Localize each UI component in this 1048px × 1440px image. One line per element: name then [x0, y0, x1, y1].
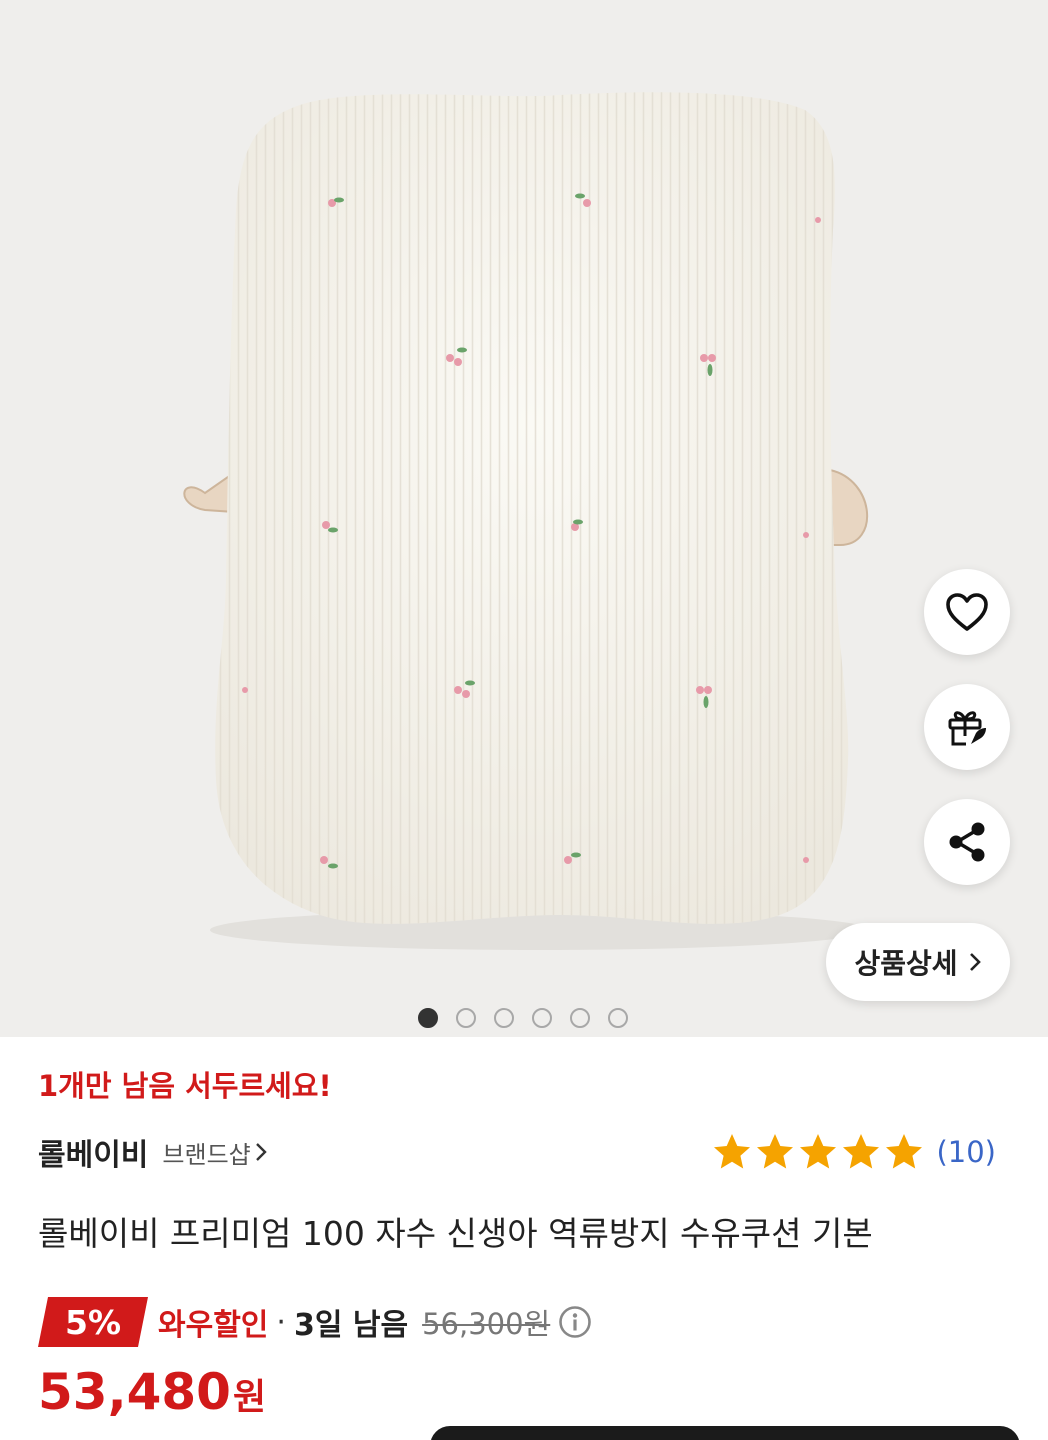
pagination-dot-6[interactable]	[608, 1008, 628, 1028]
chevron-right-icon	[255, 1143, 267, 1161]
wow-discount-label: 와우할인	[158, 1308, 269, 1343]
brand-name[interactable]: 롤베이비	[38, 1130, 148, 1174]
star-icon	[800, 1134, 837, 1169]
discount-badge: 5%	[38, 1297, 148, 1347]
product-detail-button[interactable]: 상품상세	[826, 923, 1010, 1001]
brand-row: 롤베이비 브랜드샵 (10)	[38, 1130, 996, 1174]
pagination-dot-1[interactable]	[418, 1008, 438, 1028]
discount-percent: 5%	[64, 1302, 122, 1342]
heart-icon	[946, 593, 988, 631]
info-icon	[559, 1306, 592, 1338]
review-count[interactable]: (10)	[936, 1135, 996, 1169]
stock-notice: 1개만 남음 서두르세요!	[38, 1069, 332, 1103]
star-icon	[886, 1134, 923, 1169]
pagination-dot-4[interactable]	[532, 1008, 552, 1028]
product-image	[183, 92, 870, 950]
discount-row: 5% 와우할인 · 3일 남음 56,300원	[38, 1296, 592, 1348]
time-left: 3일 남음	[293, 1308, 409, 1343]
sale-price-amount: 53,480	[38, 1363, 231, 1421]
product-image-gallery[interactable]: 상품상세	[0, 0, 1048, 1037]
gallery-pagination	[418, 1008, 628, 1028]
star-rating-icon	[714, 1134, 923, 1169]
original-price: 56,300원	[422, 1307, 551, 1341]
share-button[interactable]	[924, 799, 1010, 885]
star-icon	[757, 1134, 794, 1169]
star-icon	[714, 1134, 751, 1169]
gift-button[interactable]	[924, 684, 1010, 770]
sale-price: 53,480 원	[38, 1363, 266, 1421]
price-info-button[interactable]	[558, 1305, 592, 1339]
star-icon	[843, 1134, 880, 1169]
product-detail-label: 상품상세	[854, 947, 958, 980]
rating[interactable]: (10)	[712, 1132, 996, 1172]
share-icon	[949, 822, 985, 862]
bottom-action-bar[interactable]	[430, 1426, 1020, 1440]
separator-dot: ·	[276, 1304, 286, 1340]
chevron-right-icon	[969, 953, 981, 971]
pagination-dot-2[interactable]	[456, 1008, 476, 1028]
pagination-dot-5[interactable]	[570, 1008, 590, 1028]
brand-shop-link[interactable]: 브랜드샵	[162, 1135, 267, 1170]
sale-price-currency: 원	[232, 1377, 267, 1418]
brand-shop-label: 브랜드샵	[162, 1140, 251, 1169]
pagination-dot-3[interactable]	[494, 1008, 514, 1028]
product-title: 롤베이비 프리미엄 100 자수 신생아 역류방지 수유쿠션 기본	[38, 1214, 873, 1253]
gift-rocket-icon	[948, 711, 986, 746]
like-button[interactable]	[924, 569, 1010, 655]
